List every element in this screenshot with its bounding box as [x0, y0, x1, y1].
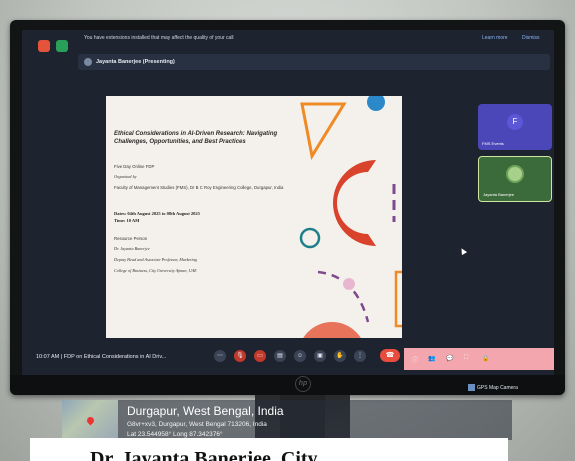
chat-bubble-icon[interactable]: 💬	[446, 355, 453, 362]
captions-icon[interactable]: ▤	[274, 350, 286, 362]
monitor-screen: You have extensions installed that may a…	[22, 30, 554, 375]
camera-watermark: GPS Map Camera	[468, 384, 518, 391]
salmon-circle	[303, 322, 361, 338]
slide-subtitle: Five Day Online FDP	[114, 164, 155, 169]
participant-tile-fms-events[interactable]: F FMS Events	[478, 104, 552, 150]
raise-hand-icon[interactable]: ✋	[334, 350, 346, 362]
participant-avatar	[506, 165, 524, 183]
resource-name: Dr. Jayanta Banerjee	[114, 246, 150, 251]
teal-ring	[299, 227, 321, 249]
extension-notice-text: You have extensions installed that may a…	[84, 35, 234, 41]
people-icon[interactable]: 👥	[428, 355, 435, 362]
map-thumbnail	[62, 400, 118, 440]
caption-text: Dr. Jayanta Banerjee, City	[90, 448, 318, 461]
dates-text: Dates: 04th August 2025 to 08th August 2…	[114, 211, 200, 216]
more-vert-icon[interactable]: ⋮	[354, 350, 366, 362]
dismiss-button[interactable]: Dismiss	[522, 35, 540, 41]
map-pin-icon	[85, 415, 96, 426]
microphone-off-icon[interactable]: 🎙	[234, 350, 246, 362]
participant-tile-jayanta[interactable]: Jayanta Banerjee	[478, 156, 552, 202]
blue-circle	[367, 96, 385, 111]
shared-slide: Ethical Considerations in AI-Driven Rese…	[106, 96, 402, 338]
pink-dot	[343, 278, 355, 290]
location-overlay: Durgapur, West Bengal, India G8vr+xv3, D…	[62, 400, 512, 440]
lock-icon[interactable]: 🔒	[482, 355, 489, 362]
caption-box: Dr. Jayanta Banerjee, City	[30, 438, 508, 461]
time-text: Time: 10 AM	[114, 218, 140, 223]
end-call-button[interactable]: ☎	[380, 349, 400, 362]
resource-role: Deputy Head and Associate Professor, Mar…	[114, 257, 197, 262]
location-address: G8vr+xv3, Durgapur, West Bengal 713206, …	[127, 421, 267, 428]
mouse-cursor-icon	[458, 246, 468, 256]
orange-triangle	[300, 102, 347, 161]
chat-icon[interactable]	[56, 40, 68, 52]
present-screen-icon[interactable]: ▣	[314, 350, 326, 362]
resource-org: College of Business, City University Ajm…	[114, 268, 197, 273]
organizer-text: Faculty of Management Studies (FMS), Dr …	[114, 185, 284, 190]
participant-avatar: F	[507, 114, 523, 130]
info-icon[interactable]: ⓘ	[412, 355, 418, 364]
extension-notice-bar: You have extensions installed that may a…	[22, 30, 554, 46]
meeting-control-bar: 10:07 AM | FDP on Ethical Considerations…	[22, 342, 554, 375]
side-panel-strip: ⓘ 👥 💬 ⛶ 🔒	[404, 348, 554, 370]
participant-name: FMS Events	[482, 141, 504, 146]
organized-by-label: Organized by	[114, 174, 137, 179]
presenting-bar: Jayanta Banerjee (Presenting)	[78, 54, 550, 70]
location-city: Durgapur, West Bengal, India	[127, 404, 284, 418]
dashed-arc	[317, 270, 370, 323]
presenting-label: Jayanta Banerjee (Presenting)	[96, 59, 175, 65]
emoji-icon[interactable]: ☺	[294, 350, 306, 362]
activities-icon[interactable]: ⛶	[464, 355, 468, 362]
app-icon[interactable]	[38, 40, 50, 52]
orange-square	[394, 270, 402, 328]
learn-more-link[interactable]: Learn more	[482, 35, 508, 41]
camera-off-icon[interactable]: ▭	[254, 350, 266, 362]
meeting-time: 10:07 AM | FDP on Ethical Considerations…	[36, 354, 167, 360]
camera-app-icon	[468, 384, 475, 391]
participant-name: Jayanta Banerjee	[483, 192, 515, 197]
slide-title: Ethical Considerations in AI-Driven Rese…	[114, 131, 278, 145]
more-options-icon[interactable]: ⋯	[214, 350, 226, 362]
resource-person-label: Resource Person	[114, 236, 148, 241]
red-crescent	[333, 160, 376, 246]
presenter-avatar	[84, 58, 92, 66]
meeting-title: FDP on Ethical Considerations in AI Driv…	[63, 354, 167, 360]
hp-logo: hp	[295, 376, 311, 392]
location-latlon: Lat 23.544958° Long 87.342376°	[127, 431, 223, 438]
